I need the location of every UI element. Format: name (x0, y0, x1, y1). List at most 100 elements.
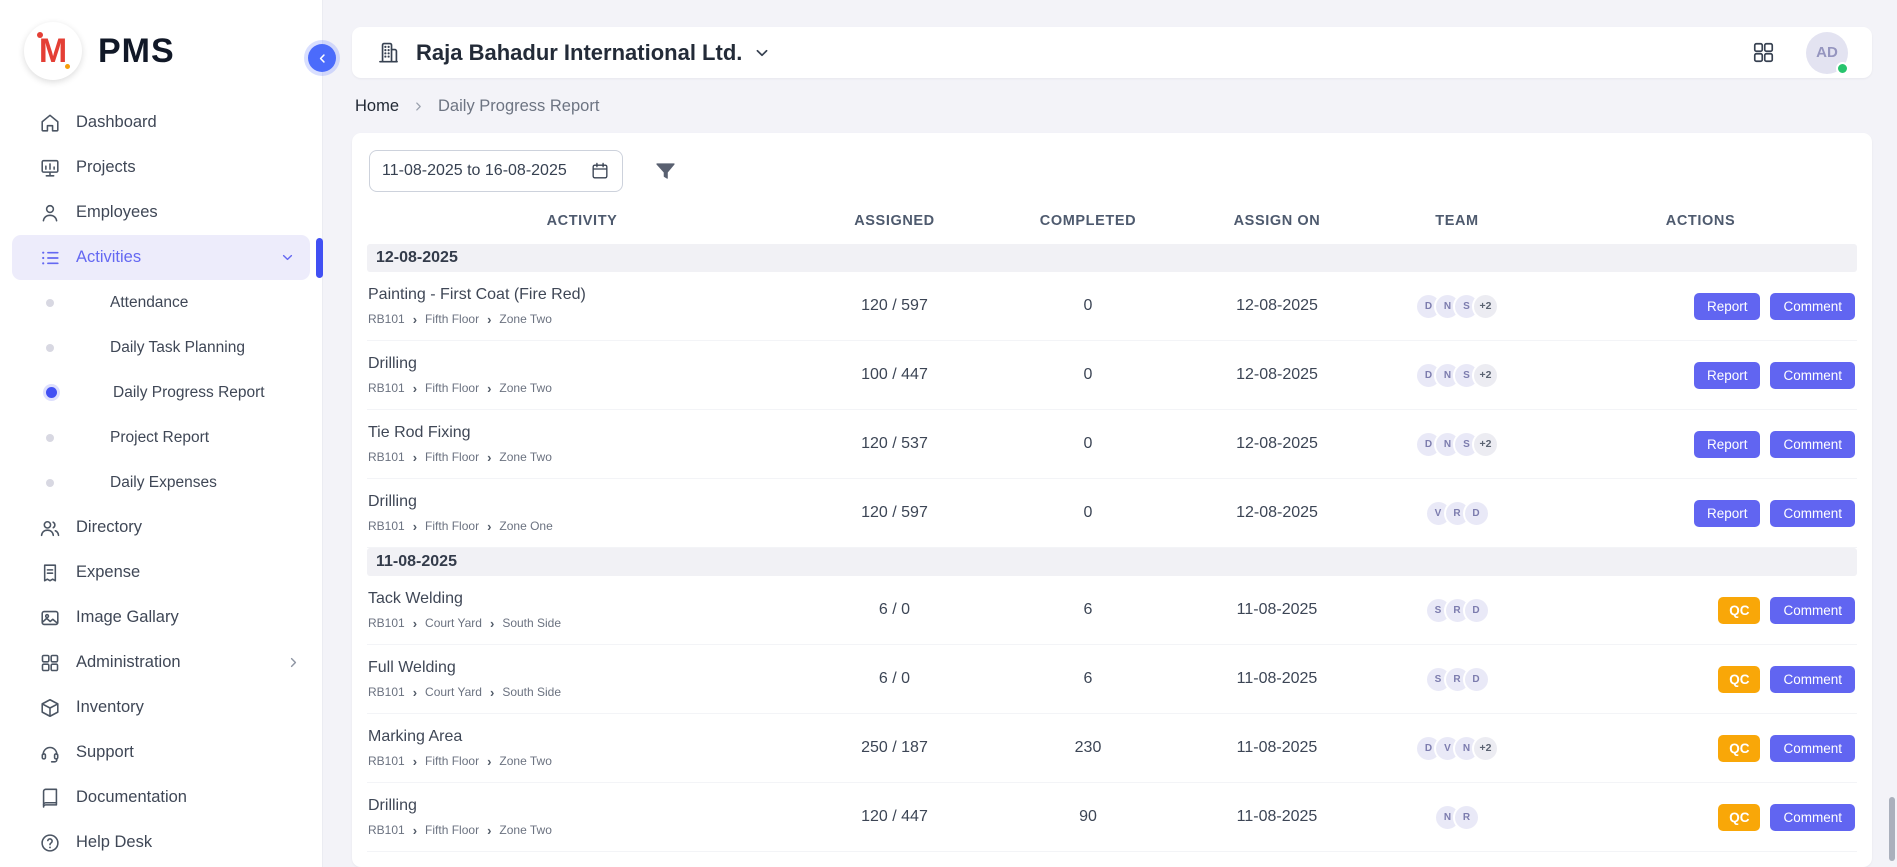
sidebar-item-label: Inventory (76, 698, 144, 717)
completed-value: 6 (992, 670, 1184, 688)
sidebar-subitem-daily-task-planning[interactable]: Daily Task Planning (0, 325, 322, 370)
filter-icon[interactable] (653, 159, 678, 184)
assigned-value: 100 / 447 (797, 366, 992, 384)
comment-button[interactable]: Comment (1770, 293, 1855, 320)
chevron-separator: › (413, 686, 417, 699)
path-segment: South Side (502, 616, 561, 630)
report-button[interactable]: Report (1694, 500, 1761, 527)
table-row: DrillingRB101›Fifth Floor›Zone One120 / … (367, 479, 1857, 548)
sidebar-item-label: Documentation (76, 788, 187, 807)
company-name[interactable]: Raja Bahadur International Ltd. (416, 40, 742, 66)
sidebar-subitem-daily-expenses[interactable]: Daily Expenses (0, 460, 322, 505)
team-more-badge[interactable]: +2 (1472, 362, 1499, 389)
activity-path: RB101›Court Yard›South Side (368, 616, 789, 630)
date-range-field[interactable] (369, 150, 623, 192)
assign-on-value: 12-08-2025 (1184, 435, 1370, 453)
activity-title: Drilling (368, 797, 789, 815)
sidebar-item-activities[interactable]: Activities (12, 235, 310, 280)
team-avatars: DNS+2 (1370, 362, 1544, 389)
projects-icon (39, 157, 61, 179)
sidebar-item-label: Activities (76, 248, 141, 267)
team-avatar[interactable]: D (1463, 500, 1490, 527)
sidebar-item-employees[interactable]: Employees (0, 190, 322, 235)
sidebar-item-label: Administration (76, 653, 181, 672)
team-more-badge[interactable]: +2 (1472, 735, 1499, 762)
path-segment: Fifth Floor (425, 312, 479, 326)
sidebar-item-label: Directory (76, 518, 142, 537)
team-avatars: NR (1370, 804, 1544, 831)
assigned-value: 6 / 0 (797, 601, 992, 619)
path-segment: Zone Two (499, 754, 551, 768)
sidebar-item-administration[interactable]: Administration (0, 640, 322, 685)
activity-path: RB101›Court Yard›South Side (368, 685, 789, 699)
path-segment: Zone Two (499, 381, 551, 395)
column-header-team: TEAM (1370, 213, 1544, 229)
report-button[interactable]: Report (1694, 431, 1761, 458)
breadcrumb-home[interactable]: Home (355, 97, 399, 116)
comment-button[interactable]: Comment (1770, 431, 1855, 458)
comment-button[interactable]: Comment (1770, 500, 1855, 527)
sidebar-collapse-button[interactable] (308, 44, 336, 72)
actions-cell: QC Comment (1544, 666, 1857, 693)
calendar-icon[interactable] (590, 161, 610, 181)
sidebar-subitem-attendance[interactable]: Attendance (0, 280, 322, 325)
sidebar-item-image-gallary[interactable]: Image Gallary (0, 595, 322, 640)
sidebar-item-dashboard[interactable]: Dashboard (0, 100, 322, 145)
assign-on-value: 11-08-2025 (1184, 739, 1370, 757)
team-more-badge[interactable]: +2 (1472, 431, 1499, 458)
qc-button[interactable]: QC (1718, 597, 1760, 624)
scrollbar-thumb[interactable] (1889, 797, 1895, 861)
team-avatars: DNS+2 (1370, 431, 1544, 458)
comment-button[interactable]: Comment (1770, 597, 1855, 624)
report-button[interactable]: Report (1694, 362, 1761, 389)
sidebar-item-directory[interactable]: Directory (0, 505, 322, 550)
assigned-value: 120 / 597 (797, 297, 992, 315)
sidebar-subitem-project-report[interactable]: Project Report (0, 415, 322, 460)
administration-icon (39, 652, 61, 674)
activity-cell: Painting - First Coat (Fire Red)RB101›Fi… (367, 276, 797, 336)
qc-button[interactable]: QC (1718, 804, 1760, 831)
report-card: ACTIVITYASSIGNEDCOMPLETEDASSIGN ONTEAMAC… (352, 133, 1872, 867)
assigned-value: 250 / 187 (797, 739, 992, 757)
comment-button[interactable]: Comment (1770, 666, 1855, 693)
path-segment: Fifth Floor (425, 823, 479, 837)
qc-button[interactable]: QC (1718, 666, 1760, 693)
team-avatar[interactable]: R (1453, 804, 1480, 831)
apps-grid-icon[interactable] (1751, 40, 1776, 65)
path-segment: RB101 (368, 685, 405, 699)
logo-letter: M (39, 34, 67, 68)
sidebar-item-support[interactable]: Support (0, 730, 322, 775)
sidebar-item-expense[interactable]: Expense (0, 550, 322, 595)
chevron-separator: › (413, 451, 417, 464)
activity-cell: Marking AreaRB101›Fifth Floor›Zone Two (367, 718, 797, 778)
team-avatar[interactable]: D (1463, 666, 1490, 693)
bullet-icon (46, 299, 54, 307)
sidebar-item-documentation[interactable]: Documentation (0, 775, 322, 820)
filters-row (369, 150, 1857, 192)
path-segment: RB101 (368, 450, 405, 464)
online-status-dot (1836, 62, 1849, 75)
chevron-down-icon[interactable] (752, 43, 772, 63)
team-avatars: SRD (1370, 666, 1544, 693)
team-avatars: DNS+2 (1370, 293, 1544, 320)
sidebar-item-projects[interactable]: Projects (0, 145, 322, 190)
logo-icon: M (24, 22, 82, 80)
app-name: PMS (98, 32, 175, 71)
team-more-badge[interactable]: +2 (1472, 293, 1499, 320)
date-range-input[interactable] (382, 162, 582, 180)
comment-button[interactable]: Comment (1770, 804, 1855, 831)
user-avatar[interactable]: AD (1806, 32, 1848, 74)
comment-button[interactable]: Comment (1770, 735, 1855, 762)
path-segment: Fifth Floor (425, 381, 479, 395)
team-avatar[interactable]: D (1463, 597, 1490, 624)
report-button[interactable]: Report (1694, 293, 1761, 320)
activity-path: RB101›Fifth Floor›Zone Two (368, 381, 789, 395)
sidebar-subitem-daily-progress-report[interactable]: Daily Progress Report (0, 370, 322, 415)
expense-icon (39, 562, 61, 584)
sidebar-item-help-desk[interactable]: Help Desk (0, 820, 322, 865)
sidebar-item-inventory[interactable]: Inventory (0, 685, 322, 730)
assign-on-value: 12-08-2025 (1184, 504, 1370, 522)
qc-button[interactable]: QC (1718, 735, 1760, 762)
comment-button[interactable]: Comment (1770, 362, 1855, 389)
bullet-icon (46, 479, 54, 487)
